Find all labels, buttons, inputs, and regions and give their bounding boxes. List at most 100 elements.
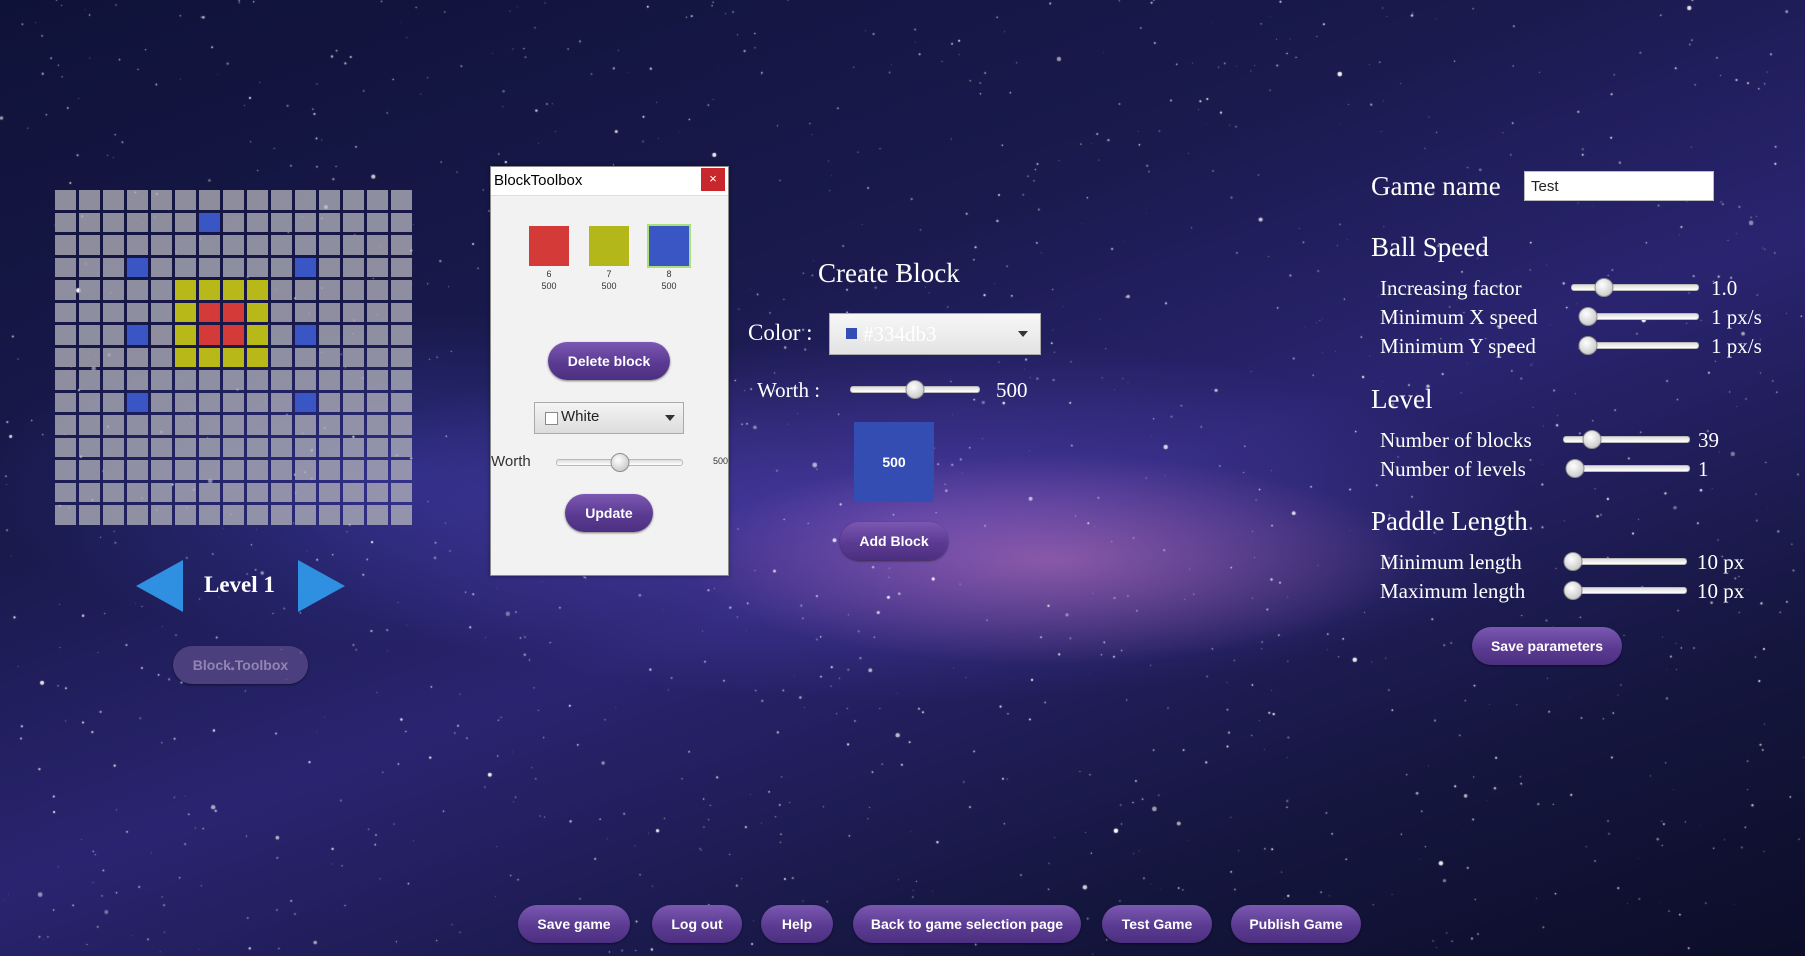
grid-cell[interactable]	[319, 257, 340, 277]
grid-cell[interactable]	[55, 212, 76, 232]
grid-cell[interactable]	[367, 482, 388, 502]
log-out-button[interactable]: Log out	[652, 905, 742, 943]
grid-cell[interactable]	[79, 325, 100, 345]
grid-cell[interactable]	[199, 257, 220, 277]
grid-cell[interactable]	[343, 505, 364, 525]
grid-cell[interactable]	[151, 212, 172, 232]
toolbox-titlebar[interactable]: BlockToolbox ×	[491, 167, 728, 196]
grid-block-blue[interactable]	[127, 257, 148, 277]
grid-cell[interactable]	[175, 235, 196, 255]
grid-block-blue[interactable]	[199, 212, 220, 232]
grid-cell[interactable]	[271, 460, 292, 480]
grid-block-yellow[interactable]	[175, 325, 196, 345]
grid-block-red[interactable]	[223, 325, 244, 345]
grid-cell[interactable]	[55, 460, 76, 480]
close-icon[interactable]: ×	[701, 168, 725, 191]
grid-cell[interactable]	[55, 325, 76, 345]
grid-block-blue[interactable]	[127, 392, 148, 412]
grid-cell[interactable]	[103, 190, 124, 210]
grid-cell[interactable]	[199, 392, 220, 412]
grid-cell[interactable]	[151, 415, 172, 435]
grid-cell[interactable]	[223, 212, 244, 232]
grid-cell[interactable]	[79, 370, 100, 390]
grid-cell[interactable]	[391, 482, 412, 502]
grid-cell[interactable]	[79, 190, 100, 210]
grid-cell[interactable]	[79, 482, 100, 502]
grid-cell[interactable]	[79, 392, 100, 412]
grid-cell[interactable]	[55, 190, 76, 210]
grid-cell[interactable]	[223, 482, 244, 502]
grid-block-yellow[interactable]	[199, 347, 220, 367]
grid-cell[interactable]	[319, 437, 340, 457]
grid-cell[interactable]	[55, 280, 76, 300]
grid-cell[interactable]	[367, 190, 388, 210]
grid-cell[interactable]	[79, 212, 100, 232]
grid-cell[interactable]	[295, 437, 316, 457]
grid-cell[interactable]	[391, 347, 412, 367]
slider-thumb[interactable]	[1578, 336, 1598, 355]
grid-cell[interactable]	[271, 370, 292, 390]
grid-cell[interactable]	[223, 505, 244, 525]
grid-cell[interactable]	[103, 437, 124, 457]
grid-cell[interactable]	[55, 415, 76, 435]
grid-cell[interactable]	[247, 212, 268, 232]
grid-cell[interactable]	[79, 347, 100, 367]
grid-cell[interactable]	[247, 415, 268, 435]
grid-cell[interactable]	[319, 347, 340, 367]
grid-block-yellow[interactable]	[223, 347, 244, 367]
grid-cell[interactable]	[199, 460, 220, 480]
grid-cell[interactable]	[367, 392, 388, 412]
grid-cell[interactable]	[247, 257, 268, 277]
grid-cell[interactable]	[391, 370, 412, 390]
grid-cell[interactable]	[175, 257, 196, 277]
grid-cell[interactable]	[55, 257, 76, 277]
grid-cell[interactable]	[199, 370, 220, 390]
grid-block-red[interactable]	[199, 325, 220, 345]
grid-cell[interactable]	[175, 370, 196, 390]
grid-cell[interactable]	[271, 415, 292, 435]
grid-cell[interactable]	[343, 415, 364, 435]
min-y-speed-slider[interactable]	[1578, 335, 1699, 355]
grid-cell[interactable]	[79, 302, 100, 322]
grid-cell[interactable]	[295, 505, 316, 525]
grid-cell[interactable]	[391, 415, 412, 435]
grid-cell[interactable]	[367, 235, 388, 255]
grid-cell[interactable]	[127, 235, 148, 255]
grid-cell[interactable]	[391, 212, 412, 232]
grid-cell[interactable]	[103, 280, 124, 300]
grid-cell[interactable]	[175, 437, 196, 457]
grid-cell[interactable]	[223, 460, 244, 480]
increasing-factor-slider[interactable]	[1571, 277, 1699, 297]
grid-cell[interactable]	[319, 415, 340, 435]
grid-cell[interactable]	[151, 370, 172, 390]
save-game-button[interactable]: Save game	[518, 905, 630, 943]
grid-cell[interactable]	[319, 392, 340, 412]
grid-cell[interactable]	[391, 302, 412, 322]
grid-cell[interactable]	[343, 212, 364, 232]
grid-cell[interactable]	[127, 505, 148, 525]
grid-cell[interactable]	[175, 190, 196, 210]
number-of-levels-slider[interactable]	[1565, 458, 1690, 478]
slider-thumb[interactable]	[905, 380, 925, 399]
grid-cell[interactable]	[367, 302, 388, 322]
slider-thumb[interactable]	[1563, 552, 1583, 571]
grid-cell[interactable]	[271, 437, 292, 457]
grid-cell[interactable]	[343, 392, 364, 412]
grid-block-blue[interactable]	[127, 325, 148, 345]
grid-cell[interactable]	[199, 437, 220, 457]
grid-cell[interactable]	[103, 415, 124, 435]
grid-cell[interactable]	[247, 370, 268, 390]
grid-cell[interactable]	[55, 505, 76, 525]
block-color-select[interactable]: White	[534, 402, 684, 434]
grid-cell[interactable]	[367, 347, 388, 367]
grid-block-blue[interactable]	[295, 325, 316, 345]
create-block-worth-slider[interactable]	[850, 379, 980, 399]
grid-block-yellow[interactable]	[247, 347, 268, 367]
level-grid[interactable]	[55, 190, 412, 525]
grid-cell[interactable]	[103, 325, 124, 345]
grid-block-blue[interactable]	[295, 392, 316, 412]
grid-cell[interactable]	[55, 370, 76, 390]
grid-cell[interactable]	[343, 280, 364, 300]
delete-block-button[interactable]: Delete block	[548, 342, 670, 380]
grid-cell[interactable]	[295, 212, 316, 232]
